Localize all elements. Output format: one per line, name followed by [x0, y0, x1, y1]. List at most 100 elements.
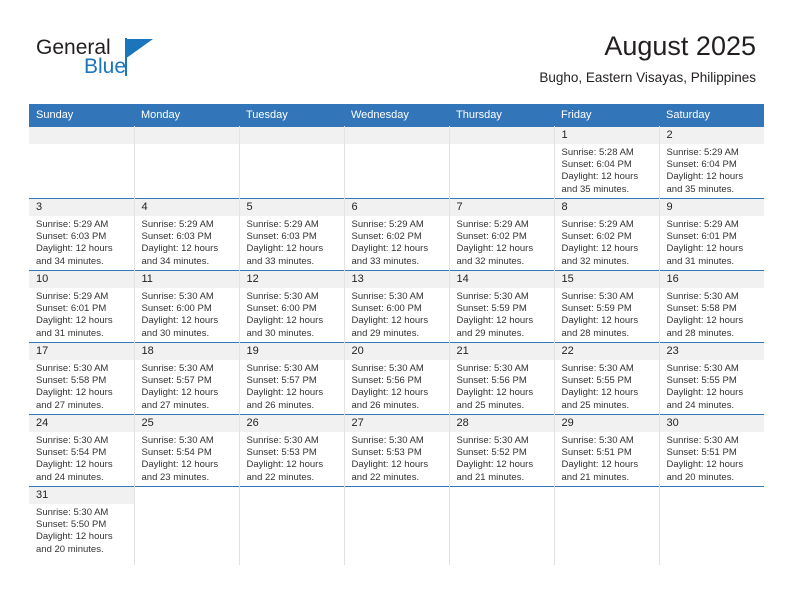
calendar-cell-day-4[interactable]: 4 Sunrise: 5:29 AM Sunset: 6:03 PM Daylight…: [134, 198, 240, 271]
day-number: 15: [554, 271, 659, 288]
day-sunrise-text: Sunrise: 5:29 AM: [36, 291, 109, 302]
calendar-cell-day-15[interactable]: 15 Sunrise: 5:30 AM Sunset: 5:59 PM Dayligh…: [554, 270, 660, 343]
day-number: [449, 127, 554, 144]
day-sunset-text: Sunset: 5:58 PM: [36, 375, 107, 387]
day-details: Sunrise: 5:30 AM Sunset: 5:54 PM Daylight:…: [135, 432, 239, 484]
calendar-cell-day-19[interactable]: 19 Sunrise: 5:30 AM Sunset: 5:57 PM Dayligh…: [239, 342, 345, 415]
day-number: 17: [29, 343, 134, 360]
calendar-cell-day-20[interactable]: 20 Sunrise: 5:30 AM Sunset: 5:56 PM Dayligh…: [344, 342, 450, 415]
day-details: Sunrise: 5:29 AM Sunset: 6:03 PM Daylight:…: [240, 216, 344, 268]
day-details: Sunrise: 5:30 AM Sunset: 6:00 PM Daylight:…: [135, 288, 239, 340]
calendar-header-row: Sunday Monday Tuesday Wednesday Thursday Frid…: [29, 104, 764, 127]
calendar-cell-day-10[interactable]: 10 Sunrise: 5:29 AM Sunset: 6:01 PM Dayligh…: [29, 270, 135, 343]
calendar-cell-day-16[interactable]: 16 Sunrise: 5:30 AM Sunset: 5:58 PM Dayligh…: [659, 270, 764, 343]
calendar-cell-day-3[interactable]: 3 Sunrise: 5:29 AM Sunset: 6:03 PM Daylight…: [29, 198, 135, 271]
day-daylight2-text: and 21 minutes.: [456, 471, 525, 483]
day-sunrise-text: Sunrise: 5:30 AM: [141, 363, 214, 374]
day-sunrise-text: Sunrise: 5:29 AM: [351, 219, 424, 230]
day-details: Sunrise: 5:30 AM Sunset: 5:53 PM Daylight:…: [240, 432, 344, 484]
day-number: 22: [554, 343, 659, 360]
day-details: Sunrise: 5:29 AM Sunset: 6:03 PM Daylight:…: [135, 216, 239, 268]
day-daylight1-text: Daylight: 12 hours: [141, 387, 219, 399]
day-number: 4: [134, 199, 239, 216]
calendar-cell-day-21[interactable]: 21 Sunrise: 5:30 AM Sunset: 5:56 PM Dayligh…: [449, 342, 555, 415]
calendar-cell-day-11[interactable]: 11 Sunrise: 5:30 AM Sunset: 6:00 PM Dayligh…: [134, 270, 240, 343]
calendar-cell-day-18[interactable]: 18 Sunrise: 5:30 AM Sunset: 5:57 PM Dayligh…: [134, 342, 240, 415]
day-details: Sunrise: 5:30 AM Sunset: 5:51 PM Daylight:…: [555, 432, 659, 484]
calendar-cell-day-27[interactable]: 27 Sunrise: 5:30 AM Sunset: 5:53 PM Dayligh…: [344, 414, 450, 487]
calendar-cell-day-26[interactable]: 26 Sunrise: 5:30 AM Sunset: 5:53 PM Dayligh…: [239, 414, 345, 487]
day-daylight2-text: and 30 minutes.: [141, 327, 210, 339]
general-blue-logo[interactable]: General Blue: [36, 36, 216, 88]
calendar-cell-day-9[interactable]: 9 Sunrise: 5:29 AM Sunset: 6:01 PM Daylight…: [659, 198, 764, 271]
calendar-cell-day-24[interactable]: 24 Sunrise: 5:30 AM Sunset: 5:54 PM Dayligh…: [29, 414, 135, 487]
day-details: Sunrise: 5:30 AM Sunset: 6:00 PM Daylight:…: [240, 288, 344, 340]
triangle-flag-icon: [125, 39, 153, 59]
day-number: 9: [659, 199, 764, 216]
calendar-cell-empty: [239, 126, 345, 199]
calendar-cell-day-29[interactable]: 29 Sunrise: 5:30 AM Sunset: 5:51 PM Dayligh…: [554, 414, 660, 487]
day-daylight1-text: Daylight: 12 hours: [561, 459, 639, 471]
day-sunset-text: Sunset: 6:03 PM: [246, 231, 317, 243]
calendar-body: 1 Sunrise: 5:28 AM Sunset: 6:04 PM Daylight…: [29, 126, 764, 565]
day-daylight1-text: Daylight: 12 hours: [456, 315, 534, 327]
day-sunset-text: Sunset: 6:02 PM: [456, 231, 527, 243]
day-daylight1-text: Daylight: 12 hours: [456, 459, 534, 471]
day-sunset-text: Sunset: 5:53 PM: [351, 447, 422, 459]
day-number: 11: [134, 271, 239, 288]
calendar-cell-day-30[interactable]: 30 Sunrise: 5:30 AM Sunset: 5:51 PM Dayligh…: [659, 414, 764, 487]
calendar-week-row: 31 Sunrise: 5:30 AM Sunset: 5:50 PM Dayligh…: [29, 486, 764, 565]
calendar-week-row: 10 Sunrise: 5:29 AM Sunset: 6:01 PM Dayligh…: [29, 270, 764, 343]
day-sunset-text: Sunset: 5:51 PM: [561, 447, 632, 459]
day-sunset-text: Sunset: 5:56 PM: [456, 375, 527, 387]
calendar-cell-blank: [134, 486, 240, 565]
day-sunset-text: Sunset: 5:59 PM: [561, 303, 632, 315]
day-daylight1-text: Daylight: 12 hours: [246, 387, 324, 399]
day-number: 25: [134, 415, 239, 432]
day-daylight1-text: Daylight: 12 hours: [141, 315, 219, 327]
day-sunrise-text: Sunrise: 5:30 AM: [666, 291, 739, 302]
day-daylight2-text: and 20 minutes.: [666, 471, 735, 483]
calendar-cell-day-1[interactable]: 1 Sunrise: 5:28 AM Sunset: 6:04 PM Daylight…: [554, 126, 660, 199]
day-daylight1-text: Daylight: 12 hours: [141, 243, 219, 255]
calendar-cell-day-7[interactable]: 7 Sunrise: 5:29 AM Sunset: 6:02 PM Daylight…: [449, 198, 555, 271]
day-number: 12: [239, 271, 344, 288]
day-daylight2-text: and 25 minutes.: [561, 399, 630, 411]
day-daylight1-text: Daylight: 12 hours: [561, 387, 639, 399]
calendar-cell-empty: [449, 126, 555, 199]
day-daylight1-text: Daylight: 12 hours: [36, 459, 113, 471]
day-daylight1-text: Daylight: 12 hours: [351, 459, 429, 471]
calendar-cell-blank: [344, 486, 450, 565]
day-daylight2-text: and 22 minutes.: [351, 471, 420, 483]
weekday-header-tuesday: Tuesday: [239, 104, 344, 127]
calendar-cell-day-8[interactable]: 8 Sunrise: 5:29 AM Sunset: 6:02 PM Daylight…: [554, 198, 660, 271]
calendar-cell-day-25[interactable]: 25 Sunrise: 5:30 AM Sunset: 5:54 PM Dayligh…: [134, 414, 240, 487]
day-sunset-text: Sunset: 6:01 PM: [36, 303, 107, 315]
day-sunrise-text: Sunrise: 5:30 AM: [666, 363, 739, 374]
calendar-cell-day-23[interactable]: 23 Sunrise: 5:30 AM Sunset: 5:55 PM Dayligh…: [659, 342, 764, 415]
calendar-week-row: 3 Sunrise: 5:29 AM Sunset: 6:03 PM Daylight…: [29, 198, 764, 271]
calendar-cell-day-5[interactable]: 5 Sunrise: 5:29 AM Sunset: 6:03 PM Daylight…: [239, 198, 345, 271]
calendar-cell-day-14[interactable]: 14 Sunrise: 5:30 AM Sunset: 5:59 PM Dayligh…: [449, 270, 555, 343]
day-daylight2-text: and 29 minutes.: [456, 327, 525, 339]
weekday-header-sunday: Sunday: [29, 104, 134, 127]
day-daylight1-text: Daylight: 12 hours: [36, 531, 113, 543]
calendar-cell-day-6[interactable]: 6 Sunrise: 5:29 AM Sunset: 6:02 PM Daylight…: [344, 198, 450, 271]
calendar-cell-day-31[interactable]: 31 Sunrise: 5:30 AM Sunset: 5:50 PM Dayligh…: [29, 486, 135, 565]
day-number: 30: [659, 415, 764, 432]
day-daylight1-text: Daylight: 12 hours: [666, 459, 744, 471]
day-daylight1-text: Daylight: 12 hours: [456, 243, 534, 255]
calendar-cell-day-2[interactable]: 2 Sunrise: 5:29 AM Sunset: 6:04 PM Daylight…: [659, 126, 764, 199]
day-sunset-text: Sunset: 5:55 PM: [561, 375, 632, 387]
day-number: 18: [134, 343, 239, 360]
calendar-cell-day-12[interactable]: 12 Sunrise: 5:30 AM Sunset: 6:00 PM Dayligh…: [239, 270, 345, 343]
day-daylight2-text: and 24 minutes.: [36, 471, 104, 483]
day-sunrise-text: Sunrise: 5:30 AM: [141, 435, 214, 446]
day-details: Sunrise: 5:30 AM Sunset: 5:57 PM Daylight:…: [240, 360, 344, 412]
day-daylight1-text: Daylight: 12 hours: [351, 387, 429, 399]
calendar-cell-day-22[interactable]: 22 Sunrise: 5:30 AM Sunset: 5:55 PM Dayligh…: [554, 342, 660, 415]
calendar-cell-day-13[interactable]: 13 Sunrise: 5:30 AM Sunset: 6:00 PM Dayligh…: [344, 270, 450, 343]
day-number: 28: [449, 415, 554, 432]
calendar-cell-day-17[interactable]: 17 Sunrise: 5:30 AM Sunset: 5:58 PM Dayligh…: [29, 342, 135, 415]
calendar-cell-day-28[interactable]: 28 Sunrise: 5:30 AM Sunset: 5:52 PM Dayligh…: [449, 414, 555, 487]
